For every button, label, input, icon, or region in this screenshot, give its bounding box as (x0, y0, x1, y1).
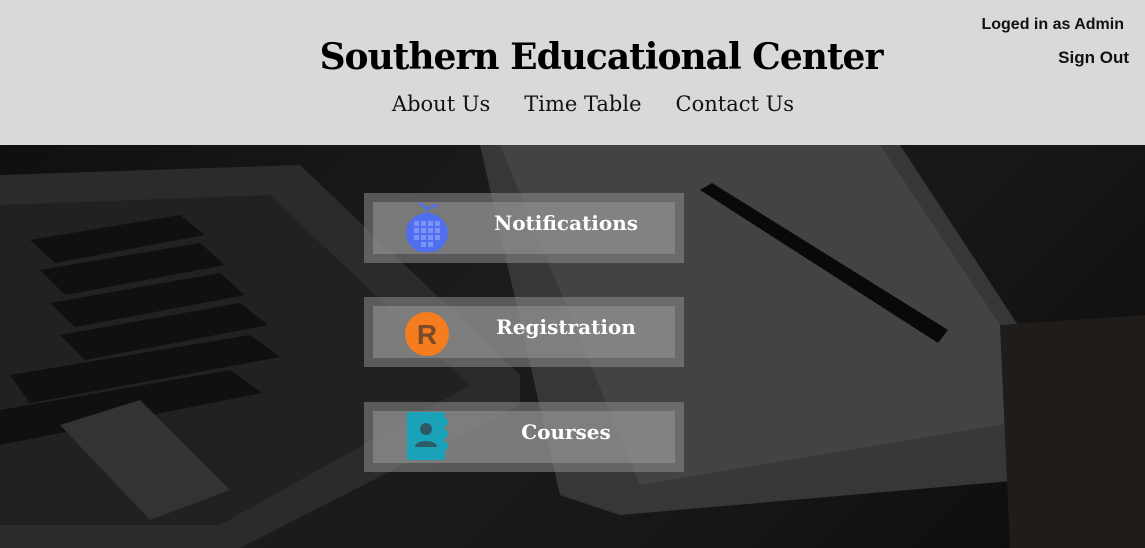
login-status: Loged in as Admin (981, 16, 1124, 33)
svg-text:R: R (417, 319, 437, 350)
sign-out-button[interactable]: Sign Out (1058, 48, 1129, 68)
registration-button[interactable]: R Registration (364, 297, 684, 367)
courses-button[interactable]: Courses (364, 402, 684, 472)
page-title: Southern Educational Center (319, 36, 884, 78)
notifications-button[interactable]: Notifications (364, 193, 684, 263)
hero-background: Notifications R Registration Courses (0, 145, 1145, 548)
nav-about-us[interactable]: About Us (392, 92, 490, 116)
nav-contact-us[interactable]: Contact Us (676, 92, 795, 116)
site-header: Southern Educational Center About Us Tim… (0, 0, 1145, 145)
notifications-label: Notifications (493, 211, 639, 235)
contact-book-icon (407, 412, 448, 460)
registration-label: Registration (496, 315, 636, 339)
nav-time-table[interactable]: Time Table (524, 92, 641, 116)
calendar-apple-icon (406, 202, 448, 252)
registration-r-icon: R (405, 312, 449, 356)
courses-label: Courses (521, 420, 611, 444)
main-nav: About Us Time Table Contact Us (0, 92, 1145, 116)
